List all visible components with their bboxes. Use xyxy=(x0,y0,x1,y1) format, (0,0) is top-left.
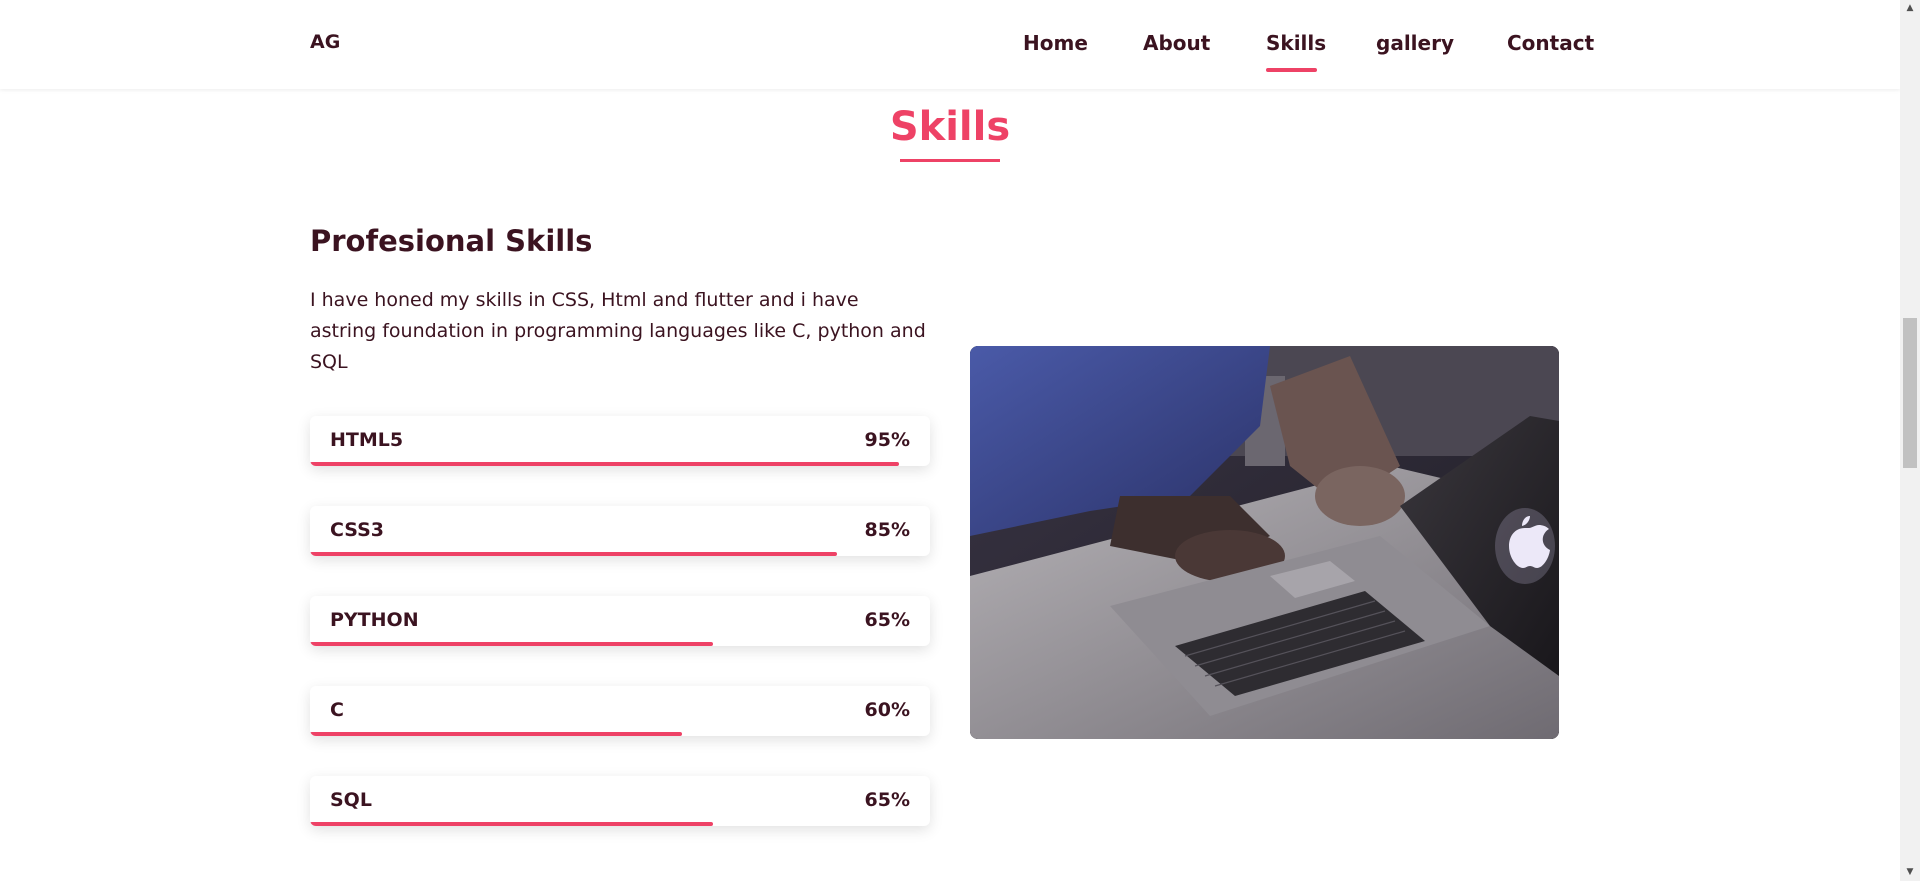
title-underline xyxy=(900,159,1000,162)
skill-percent: 60% xyxy=(864,699,910,721)
page-scrollbar[interactable]: ▲ ▼ xyxy=(1900,0,1920,881)
skill-card-c: C 60% xyxy=(310,686,930,736)
skill-name: HTML5 xyxy=(330,429,404,451)
nav-link-skills[interactable]: Skills xyxy=(1266,31,1326,55)
skill-card-html5: HTML5 95% xyxy=(310,416,930,466)
section-title: Skills xyxy=(889,104,1011,150)
skills-description: I have honed my skills in CSS, Html and … xyxy=(310,289,926,373)
skill-percent: 65% xyxy=(864,789,910,811)
nav-link-contact[interactable]: Contact xyxy=(1507,31,1594,55)
skill-card-css3: CSS3 85% xyxy=(310,506,930,556)
nav-active-indicator xyxy=(1266,68,1317,72)
skill-progress-bar xyxy=(310,732,682,736)
skills-subheading: Profesional Skills xyxy=(310,224,593,258)
navbar: AG Home About Skills gallery Contact xyxy=(0,0,1900,89)
laptop-photo xyxy=(970,346,1559,739)
nav-link-home[interactable]: Home xyxy=(1023,31,1088,55)
skill-progress-bar xyxy=(310,552,837,556)
skill-name: SQL xyxy=(330,789,372,811)
skill-percent: 65% xyxy=(864,609,910,631)
skill-card-sql: SQL 65% xyxy=(310,776,930,826)
skill-name: PYTHON xyxy=(330,609,419,631)
skill-card-python: PYTHON 65% xyxy=(310,596,930,646)
nav-link-gallery[interactable]: gallery xyxy=(1376,31,1454,55)
scroll-down-arrow-icon[interactable]: ▼ xyxy=(1900,864,1920,881)
nav-link-about[interactable]: About xyxy=(1143,31,1210,55)
skill-percent: 95% xyxy=(864,429,910,451)
skill-percent: 85% xyxy=(864,519,910,541)
scroll-thumb[interactable] xyxy=(1903,318,1917,468)
skill-name: CSS3 xyxy=(330,519,385,541)
site-logo[interactable]: AG xyxy=(310,31,340,53)
skill-name: C xyxy=(330,699,344,721)
skill-progress-bar xyxy=(310,822,713,826)
skill-progress-bar xyxy=(310,642,713,646)
skill-progress-bar xyxy=(310,462,899,466)
laptop-photo-icon xyxy=(970,346,1559,739)
scroll-up-arrow-icon[interactable]: ▲ xyxy=(1900,0,1920,17)
